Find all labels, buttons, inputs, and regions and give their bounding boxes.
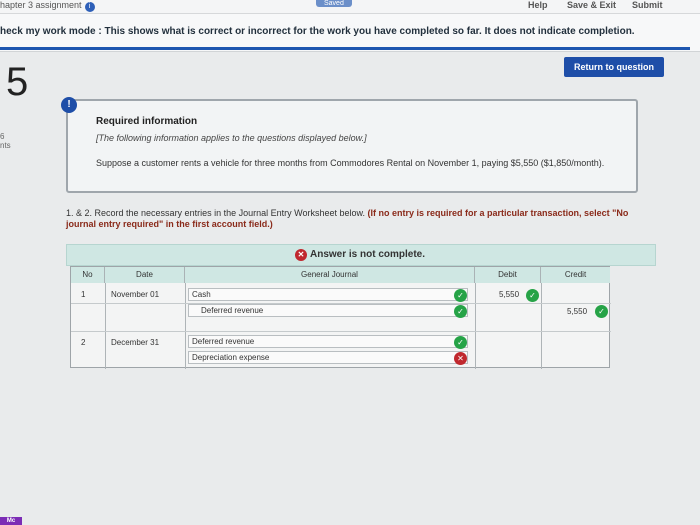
- col-divider: [475, 283, 476, 369]
- info-heading: Required information: [96, 116, 198, 127]
- info-body: Suppose a customer rents a vehicle for t…: [96, 158, 605, 168]
- question-number: 5: [6, 60, 29, 104]
- mode-message: heck my work mode : This shows what is c…: [0, 26, 635, 37]
- assignment-title: hapter 3 assignment i: [0, 0, 95, 12]
- row-divider: [71, 331, 611, 332]
- submit-button[interactable]: Submit: [632, 0, 663, 10]
- correct-check-icon: ✓: [526, 289, 539, 302]
- return-to-question-button[interactable]: Return to question: [564, 57, 664, 77]
- correct-check-icon: ✓: [454, 336, 467, 349]
- instructions: 1. & 2. Record the necessary entries in …: [66, 208, 629, 229]
- info-subheading: [The following information applies to th…: [96, 133, 367, 143]
- points-label: 6 nts: [0, 132, 11, 150]
- col-divider: [185, 283, 186, 369]
- info-icon[interactable]: i: [84, 2, 95, 12]
- account-field[interactable]: Depreciation expense: [188, 351, 468, 364]
- header-credit: Credit: [541, 267, 610, 283]
- check-work-mode-bar: heck my work mode : This shows what is c…: [0, 14, 700, 52]
- debit-value[interactable]: 5,550: [499, 290, 519, 299]
- correct-check-icon: ✓: [454, 289, 467, 302]
- required-information-box: Required information [The following info…: [66, 99, 638, 193]
- row-date[interactable]: December 31: [111, 338, 159, 347]
- header-date: Date: [105, 267, 185, 283]
- header-debit: Debit: [475, 267, 541, 283]
- incorrect-x-icon: ✕: [454, 352, 467, 365]
- alert-icon: !: [61, 97, 77, 113]
- publisher-logo: Mc: [0, 517, 22, 525]
- correct-check-icon: ✓: [595, 305, 608, 318]
- journal-entry-table: No Date General Journal Debit Credit 1 N…: [70, 266, 611, 369]
- mode-divider: [0, 47, 690, 50]
- help-button[interactable]: Help: [528, 0, 548, 10]
- col-divider: [105, 283, 106, 369]
- account-field[interactable]: Deferred revenue: [188, 304, 468, 317]
- header-general-journal: General Journal: [185, 267, 475, 283]
- credit-value[interactable]: 5,550: [567, 307, 587, 316]
- row-no: 1: [81, 290, 86, 299]
- saved-indicator: Saved: [316, 0, 352, 7]
- incorrect-icon: ✕: [295, 249, 307, 261]
- answer-status-bar: ✕ Answer is not complete.: [66, 244, 656, 266]
- save-exit-button[interactable]: Save & Exit: [567, 0, 616, 10]
- account-field[interactable]: Cash: [188, 288, 468, 301]
- correct-check-icon: ✓: [454, 305, 467, 318]
- top-bar: hapter 3 assignment i Saved Help Save & E…: [0, 0, 700, 14]
- row-date[interactable]: November 01: [111, 290, 159, 299]
- col-divider: [541, 283, 542, 369]
- answer-status: ✕ Answer is not complete.: [295, 249, 425, 261]
- header-no: No: [71, 267, 105, 283]
- row-no: 2: [81, 338, 86, 347]
- account-field[interactable]: Deferred revenue: [188, 335, 468, 348]
